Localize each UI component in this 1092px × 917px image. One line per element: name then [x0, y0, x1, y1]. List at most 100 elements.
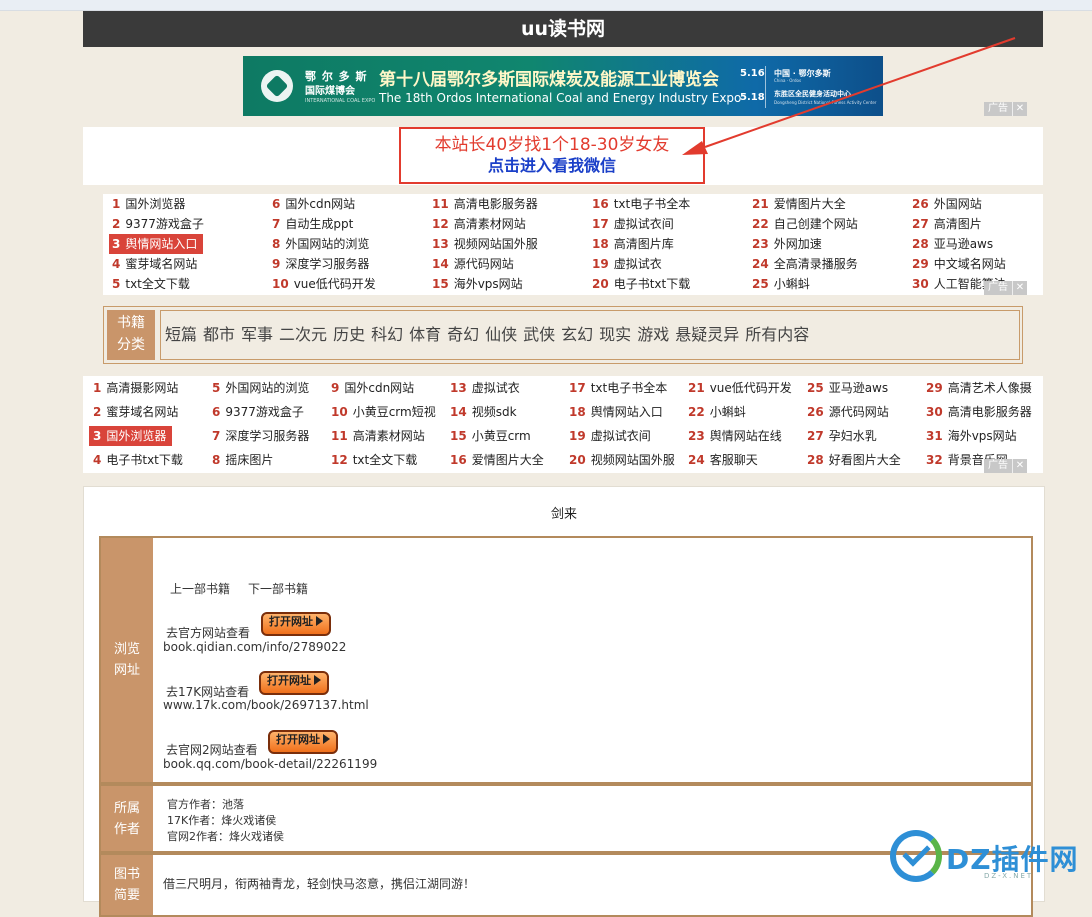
ad-close-icon[interactable]: ✕ [1012, 102, 1027, 116]
category-link[interactable]: 奇幻 [447, 311, 479, 359]
link-item[interactable]: 14 源代码网站 [432, 254, 514, 274]
link-item[interactable]: 25 小蝌蚪 [752, 274, 810, 294]
link-item[interactable]: 17 txt电子书全本 [569, 378, 667, 398]
link-item[interactable]: 21 vue低代码开发 [688, 378, 792, 398]
category-link[interactable]: 体育 [409, 311, 441, 359]
link-item[interactable]: 16 txt电子书全本 [592, 194, 690, 214]
category-link[interactable]: 短篇 [165, 311, 197, 359]
ad-tag[interactable]: 广告 ✕ [984, 102, 1027, 116]
link-item[interactable]: 4 电子书txt下载 [93, 450, 183, 470]
link-item[interactable]: 5 txt全文下载 [112, 274, 190, 294]
link-item[interactable]: 15 海外vps网站 [432, 274, 523, 294]
link-item[interactable]: 3 国外浏览器 [89, 426, 173, 446]
link-item[interactable]: 11 高清素材网站 [331, 426, 425, 446]
link-item[interactable]: 18 高清图片库 [592, 234, 674, 254]
link-item[interactable]: 6 国外cdn网站 [272, 194, 355, 214]
link-item[interactable]: 23 外网加速 [752, 234, 822, 254]
link-label: 电子书txt下载 [613, 277, 691, 291]
prev-book-link[interactable]: 上一部书籍 [170, 580, 230, 597]
link-item[interactable]: 12 高清素材网站 [432, 214, 526, 234]
category-link[interactable]: 玄幻 [561, 311, 593, 359]
link-item[interactable]: 7 深度学习服务器 [212, 426, 309, 446]
link-item[interactable]: 10 vue低代码开发 [272, 274, 376, 294]
category-link[interactable]: 都市 [203, 311, 235, 359]
open-url-button[interactable]: 打开网址 [268, 730, 338, 754]
link-item[interactable]: 26 外国网站 [912, 194, 982, 214]
link-item[interactable]: 25 亚马逊aws [807, 378, 888, 398]
category-link[interactable]: 悬疑灵异 [675, 311, 739, 359]
link-item[interactable]: 20 电子书txt下载 [592, 274, 690, 294]
link-item[interactable]: 1 高清摄影网站 [93, 378, 178, 398]
link-item[interactable]: 11 高清电影服务器 [432, 194, 538, 214]
link-item[interactable]: 16 爱情图片大全 [450, 450, 544, 470]
link-item[interactable]: 17 虚拟试衣间 [592, 214, 674, 234]
link-item[interactable]: 20 视频网站国外服 [569, 450, 675, 470]
link-item[interactable]: 6 9377游戏盒子 [212, 402, 304, 422]
link-number: 19 [569, 429, 586, 443]
ad-tag[interactable]: 广告 ✕ [984, 281, 1027, 295]
link-item[interactable]: 30 高清电影服务器 [926, 402, 1032, 422]
link-item[interactable]: 4 蜜芽域名网站 [112, 254, 197, 274]
link-item[interactable]: 26 源代码网站 [807, 402, 889, 422]
link-item[interactable]: 18 舆情网站入口 [569, 402, 663, 422]
source-url[interactable]: book.qidian.com/info/2789022 [163, 640, 346, 654]
link-item[interactable]: 14 视频sdk [450, 402, 517, 422]
link-item[interactable]: 27 高清图片 [912, 214, 982, 234]
ad-tag[interactable]: 广告 ✕ [984, 459, 1027, 473]
link-item[interactable]: 5 外国网站的浏览 [212, 378, 309, 398]
category-link[interactable]: 仙侠 [485, 311, 517, 359]
link-item[interactable]: 10 小黄豆crm短视 [331, 402, 436, 422]
link-item[interactable]: 12 txt全文下载 [331, 450, 417, 470]
link-item[interactable]: 13 视频网站国外服 [432, 234, 538, 254]
source-url[interactable]: book.qq.com/book-detail/22261199 [163, 757, 377, 771]
open-url-button[interactable]: 打开网址 [261, 612, 331, 636]
category-link[interactable]: 武侠 [523, 311, 555, 359]
ad-close-icon[interactable]: ✕ [1012, 281, 1027, 295]
link-item[interactable]: 22 自己创建个网站 [752, 214, 858, 234]
link-item[interactable]: 29 高清艺术人像摄 [926, 378, 1032, 398]
link-item[interactable]: 24 客服聊天 [688, 450, 758, 470]
category-link[interactable]: 游戏 [637, 311, 669, 359]
link-item[interactable]: 9 国外cdn网站 [331, 378, 414, 398]
source-url[interactable]: www.17k.com/book/2697137.html [163, 698, 369, 712]
link-item[interactable]: 19 虚拟试衣间 [569, 426, 651, 446]
link-item[interactable]: 23 舆情网站在线 [688, 426, 782, 446]
link-item[interactable]: 21 爱情图片大全 [752, 194, 846, 214]
banner-title-cn: 第十八届鄂尔多斯国际煤炭及能源工业博览会 [379, 70, 719, 90]
link-item[interactable]: 1 国外浏览器 [112, 194, 185, 214]
link-item[interactable]: 3 舆情网站入口 [109, 234, 204, 254]
site-title[interactable]: uu读书网 [521, 18, 605, 40]
category-link[interactable]: 现实 [599, 311, 631, 359]
link-item[interactable]: 24 全高清录播服务 [752, 254, 858, 274]
category-link[interactable]: 历史 [333, 311, 365, 359]
link-item[interactable]: 8 摇床图片 [212, 450, 273, 470]
promo-link[interactable]: 点击进入看我微信 [401, 155, 703, 177]
link-item[interactable]: 19 虚拟试衣 [592, 254, 662, 274]
link-number: 23 [752, 237, 769, 251]
link-item[interactable]: 9 深度学习服务器 [272, 254, 369, 274]
link-label: 全高清录播服务 [773, 257, 858, 271]
link-item[interactable]: 22 小蝌蚪 [688, 402, 746, 422]
link-item[interactable]: 2 蜜芽域名网站 [93, 402, 178, 422]
open-url-button[interactable]: 打开网址 [259, 671, 329, 695]
link-item[interactable]: 31 海外vps网站 [926, 426, 1017, 446]
ad-close-icon[interactable]: ✕ [1012, 459, 1027, 473]
link-item[interactable]: 29 中文域名网站 [912, 254, 1006, 274]
link-item[interactable]: 15 小黄豆crm [450, 426, 531, 446]
link-number: 32 [926, 453, 943, 467]
category-link[interactable]: 二次元 [279, 311, 327, 359]
next-book-link[interactable]: 下一部书籍 [248, 580, 308, 597]
category-link[interactable]: 所有内容 [745, 311, 809, 359]
promo-box[interactable]: 本站长40岁找1个18-30岁女友 点击进入看我微信 [399, 127, 705, 184]
category-link[interactable]: 军事 [241, 311, 273, 359]
link-item[interactable]: 28 亚马逊aws [912, 234, 993, 254]
category-link[interactable]: 科幻 [371, 311, 403, 359]
browser-top-strip [0, 0, 1092, 11]
link-item[interactable]: 2 9377游戏盒子 [112, 214, 204, 234]
link-item[interactable]: 7 自动生成ppt [272, 214, 353, 234]
link-item[interactable]: 8 外国网站的浏览 [272, 234, 369, 254]
link-item[interactable]: 13 虚拟试衣 [450, 378, 520, 398]
link-item[interactable]: 27 孕妇水乳 [807, 426, 877, 446]
expo-banner-ad[interactable]: 鄂 尔 多 斯 国际煤博会 INTERNATIONAL COAL EXPO 第十… [243, 56, 883, 116]
link-item[interactable]: 28 好看图片大全 [807, 450, 901, 470]
